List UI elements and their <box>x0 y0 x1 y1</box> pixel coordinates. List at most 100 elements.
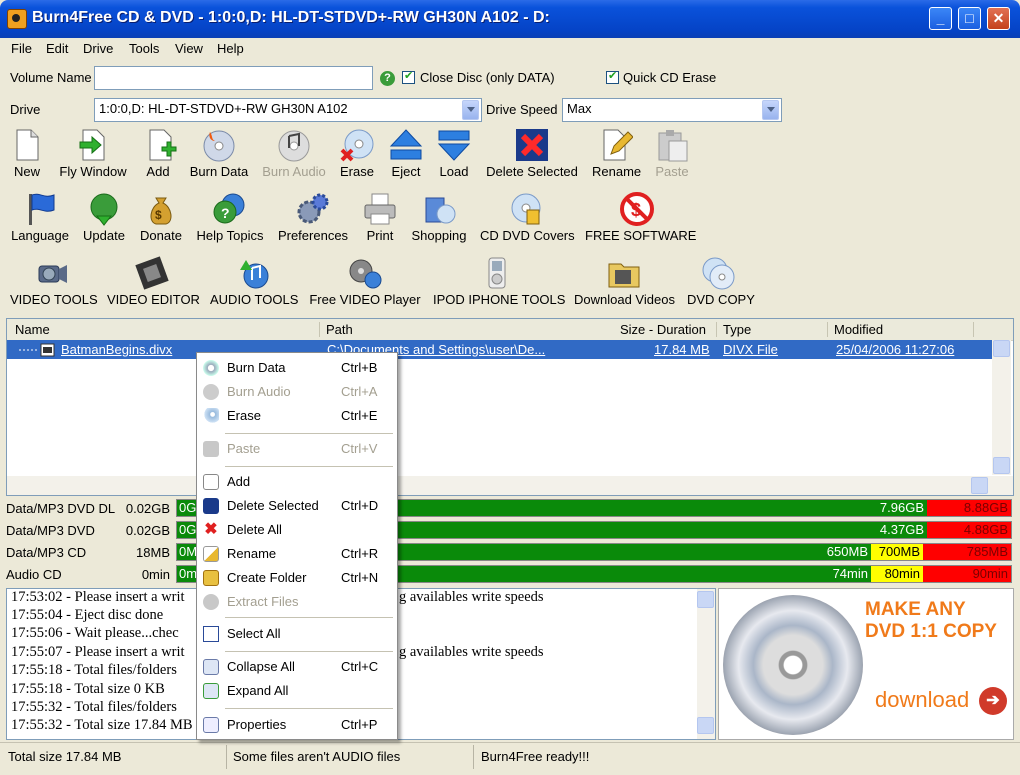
rename-button[interactable]: Rename <box>592 128 641 179</box>
delete-selected-label: Delete Selected <box>486 164 578 179</box>
volume-name-input[interactable] <box>94 66 373 90</box>
menu-item-delete-all[interactable]: ✖ Delete All <box>197 519 397 541</box>
burn-disc-icon <box>203 360 219 376</box>
scroll-down-icon[interactable] <box>993 457 1010 474</box>
dvd-copy-ad[interactable]: MAKE ANY DVD 1:1 COPY download ➔ <box>718 588 1014 740</box>
erase-disc-icon <box>203 408 219 424</box>
ad-download-link[interactable]: download <box>875 687 969 713</box>
burn-audio-button[interactable]: Burn Audio <box>262 128 326 179</box>
menu-item-burn-audio[interactable]: Burn Audio Ctrl+A <box>197 381 397 403</box>
red-x-icon: ✖ <box>204 521 218 538</box>
burn-data-button[interactable]: Burn Data <box>189 128 249 179</box>
menu-item-label: Expand All <box>227 683 289 698</box>
menu-item-rename[interactable]: Rename Ctrl+R <box>197 543 397 565</box>
menu-item-collapse-all[interactable]: Collapse All Ctrl+C <box>197 656 397 678</box>
cd-dvd-covers-button[interactable]: CD DVD Covers <box>480 192 575 243</box>
menu-help[interactable]: Help <box>217 41 244 56</box>
maximize-button[interactable]: □ <box>958 7 981 30</box>
eject-button[interactable]: Eject <box>388 128 424 179</box>
menu-tools[interactable]: Tools <box>129 41 159 56</box>
menu-item-select-all[interactable]: Select All <box>197 623 397 645</box>
extract-icon <box>203 594 219 610</box>
quick-erase-checkbox[interactable] <box>606 69 619 84</box>
drive-dropdown-icon[interactable] <box>462 100 479 120</box>
preferences-label: Preferences <box>277 228 349 243</box>
capacity-size: 0.02GB <box>125 501 170 516</box>
capacity-size: 0.02GB <box>125 523 170 538</box>
menu-item-erase[interactable]: Erase Ctrl+E <box>197 405 397 427</box>
free-video-player-button[interactable]: Free VIDEO Player <box>309 256 421 307</box>
table-row[interactable]: BatmanBegins.divx C:\Documents and Setti… <box>7 340 992 359</box>
add-button[interactable]: Add <box>143 128 177 179</box>
print-button[interactable]: Print <box>362 192 398 243</box>
shopping-button[interactable]: Shopping <box>411 192 467 243</box>
add-file-icon <box>149 129 177 161</box>
gears-icon <box>297 193 329 224</box>
menu-item-shortcut: Ctrl+N <box>341 570 379 585</box>
scroll-down-icon[interactable] <box>697 717 714 734</box>
minimize-button[interactable]: _ <box>929 7 952 30</box>
video-tools-button[interactable]: VIDEO TOOLS <box>10 256 98 307</box>
col-name[interactable]: Name <box>15 322 50 337</box>
scroll-up-icon[interactable] <box>697 591 714 608</box>
menu-item-burn-data[interactable]: Burn Data Ctrl+B <box>197 357 397 379</box>
close-disc-checkbox[interactable] <box>402 69 415 84</box>
print-label: Print <box>366 228 394 243</box>
menu-drive[interactable]: Drive <box>83 41 113 56</box>
music-disc-icon <box>203 384 219 400</box>
donate-button[interactable]: $ Donate <box>139 192 183 243</box>
menu-file[interactable]: File <box>11 41 32 56</box>
load-button[interactable]: Load <box>437 128 471 179</box>
free-software-button[interactable]: $ FREE SOFTWARE <box>585 192 696 243</box>
help-topics-button[interactable]: ? Help Topics <box>196 192 264 243</box>
col-modified[interactable]: Modified <box>834 322 883 337</box>
update-button[interactable]: Update <box>81 192 127 243</box>
menu-item-create-folder[interactable]: Create Folder Ctrl+N <box>197 567 397 589</box>
fly-window-button[interactable]: Fly Window <box>58 128 128 179</box>
capacity-start: 0M <box>177 544 198 560</box>
list-vertical-scrollbar[interactable] <box>992 340 1011 475</box>
status-ready: Burn4Free ready!!! <box>481 749 590 764</box>
download-videos-button[interactable]: Download Videos <box>574 256 675 307</box>
menu-item-add[interactable]: Add <box>197 471 397 493</box>
menu-view[interactable]: View <box>175 41 203 56</box>
new-button[interactable]: New <box>10 128 44 179</box>
file-list[interactable]: Name Path Size - Duration Type Modified … <box>6 318 1014 496</box>
drive-select[interactable]: 1:0:0,D: HL-DT-STDVD+-RW GH30N A102 <box>94 98 482 122</box>
video-editor-button[interactable]: VIDEO EDITOR <box>107 256 200 307</box>
paste-button[interactable]: Paste <box>655 128 689 179</box>
erase-button[interactable]: Erase <box>340 128 374 179</box>
add-label: Add <box>146 164 170 179</box>
dvd-copy-button[interactable]: DVD COPY <box>687 256 755 307</box>
close-button[interactable]: ✕ <box>987 7 1010 30</box>
list-horizontal-scrollbar[interactable] <box>7 476 1013 495</box>
capacity-audio-cd: Audio CD 0min 0m 74min 80min 90min <box>0 564 1016 584</box>
no-cost-icon: $ <box>620 192 654 226</box>
drive-speed-select[interactable]: Max <box>562 98 782 122</box>
menu-edit[interactable]: Edit <box>46 41 68 56</box>
col-path[interactable]: Path <box>326 322 353 337</box>
menu-item-delete-selected[interactable]: Delete Selected Ctrl+D <box>197 495 397 517</box>
delete-selected-button[interactable]: Delete Selected <box>485 128 579 179</box>
title-bar[interactable]: Burn4Free CD & DVD - 1:0:0,D: HL-DT-STDV… <box>0 0 1020 38</box>
col-size[interactable]: Size - Duration <box>620 322 706 337</box>
audio-tools-button[interactable]: AUDIO TOOLS <box>210 256 298 307</box>
row-size: 17.84 MB <box>654 342 710 357</box>
menu-item-extract-files[interactable]: Extract Files <box>197 591 397 613</box>
scroll-right-icon[interactable] <box>971 477 988 494</box>
ipod-iphone-tools-button[interactable]: IPOD IPHONE TOOLS <box>433 256 565 307</box>
language-button[interactable]: Language <box>10 192 70 243</box>
menu-item-properties[interactable]: Properties Ctrl+P <box>197 714 397 736</box>
help-icon[interactable]: ? <box>380 71 395 86</box>
menu-item-paste[interactable]: Paste Ctrl+V <box>197 438 397 460</box>
menu-item-shortcut: Ctrl+R <box>341 546 379 561</box>
preferences-button[interactable]: Preferences <box>277 192 349 243</box>
scroll-up-icon[interactable] <box>993 340 1010 357</box>
log-scrollbar[interactable] <box>697 589 715 739</box>
speed-dropdown-icon[interactable] <box>762 100 779 120</box>
arrow-right-icon[interactable]: ➔ <box>979 687 1007 715</box>
money-bag-icon: $ <box>150 197 172 225</box>
col-type[interactable]: Type <box>723 322 751 337</box>
menu-item-expand-all[interactable]: Expand All <box>197 680 397 702</box>
language-label: Language <box>11 228 69 243</box>
